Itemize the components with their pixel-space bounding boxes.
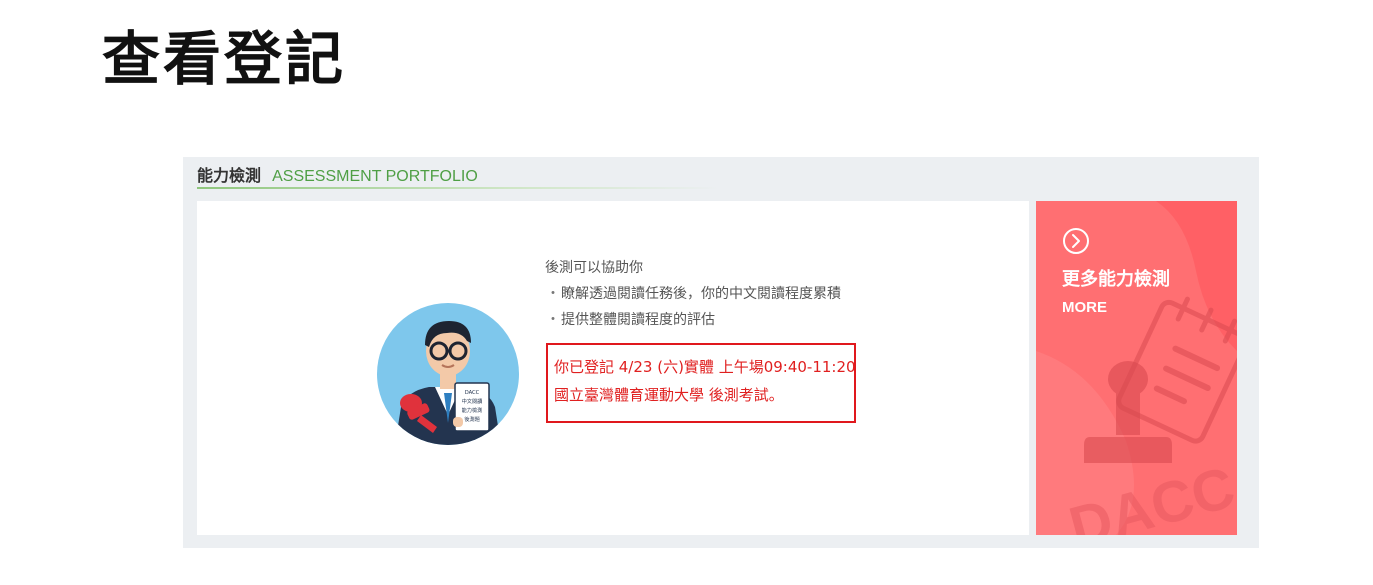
bullet-marker: ・	[546, 286, 560, 302]
student-avatar-illustration: DACC 中文閱讀 能力檢測 後測題	[377, 303, 519, 445]
bullet-text: 提供整體閱讀程度的評估	[561, 312, 715, 328]
section-title-en: ASSESSMENT PORTFOLIO	[272, 168, 478, 185]
section-title-zh: 能力檢測	[197, 166, 262, 185]
more-assessments-card[interactable]: 更多能力檢測 MORE DACC	[1036, 201, 1237, 535]
avatar-sign-line-2: 中文閱讀	[462, 397, 483, 405]
registration-notice: 你已登記 4/23 (六)實體 上午場09:40-11:20 國立臺灣體育運動大…	[546, 343, 856, 423]
registration-notice-line-1: 你已登記 4/23 (六)實體 上午場09:40-11:20	[554, 358, 856, 376]
content-card: DACC 中文閱讀 能力檢測 後測題 後測可以協助你 ・瞭解透過閱讀任務後，你的…	[197, 201, 1029, 535]
bullet-text: 瞭解透過閱讀任務後，你的中文閱讀程度累積	[561, 286, 841, 302]
avatar-sign-line-3: 能力檢測	[462, 406, 483, 414]
info-block: 後測可以協助你 ・瞭解透過閱讀任務後，你的中文閱讀程度累積 ・提供整體閱讀程度的…	[545, 255, 985, 333]
header-divider	[197, 187, 719, 189]
bullet-marker: ・	[546, 312, 560, 328]
dacc-watermark: DACC	[1063, 455, 1237, 535]
avatar-sign-line-1: DACC	[465, 390, 480, 396]
assessment-panel: 能力檢測 ASSESSMENT PORTFOLIO DACC 中文閱讀 能力檢測…	[183, 157, 1259, 548]
watermark-layer: DACC	[1063, 455, 1237, 535]
registration-notice-line-2: 國立臺灣體育運動大學 後測考試。	[554, 386, 784, 404]
bullet-item: ・提供整體閱讀程度的評估	[545, 307, 985, 333]
intro-text: 後測可以協助你	[545, 260, 643, 276]
section-header: 能力檢測 ASSESSMENT PORTFOLIO	[197, 165, 478, 189]
bullet-item: ・瞭解透過閱讀任務後，你的中文閱讀程度累積	[545, 281, 985, 307]
avatar-sign-line-4: 後測題	[464, 415, 480, 423]
page-title: 查看登記	[102, 25, 347, 93]
